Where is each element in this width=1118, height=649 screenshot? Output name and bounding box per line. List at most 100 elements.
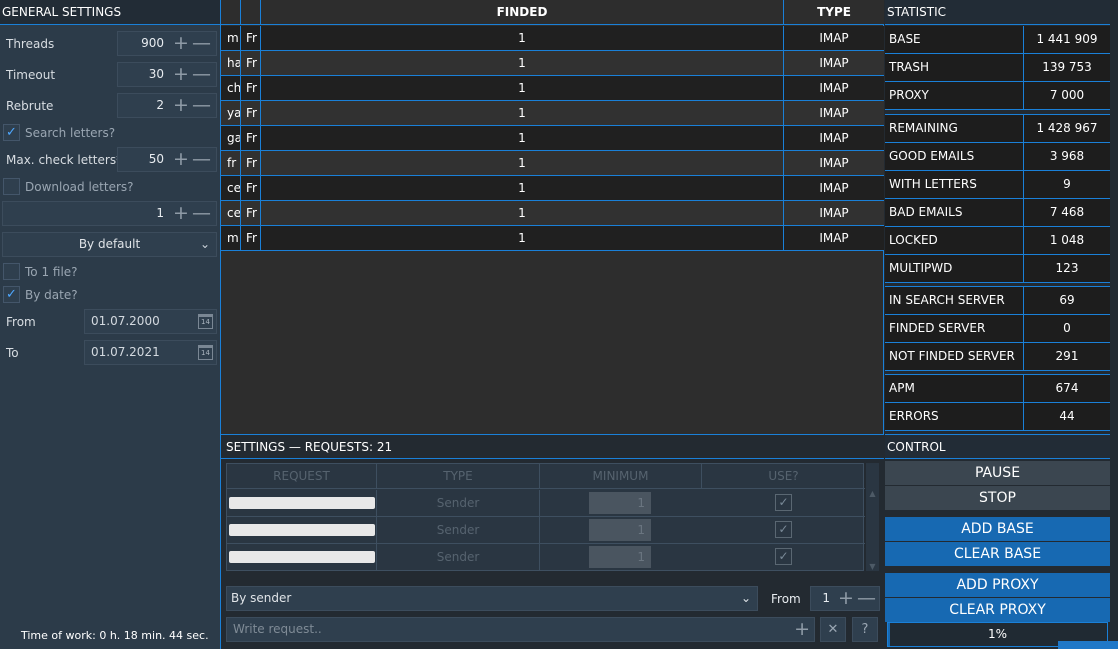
table-row[interactable]: ce Fr 1 IMAP bbox=[221, 176, 884, 201]
stat-value: 674 bbox=[1055, 381, 1079, 395]
threads-value[interactable]: 900 bbox=[141, 32, 164, 55]
header-type[interactable]: TYPE bbox=[377, 464, 540, 489]
chevron-down-icon[interactable]: ⌄ bbox=[200, 233, 210, 256]
row-col-1: ga bbox=[221, 126, 241, 150]
clear-request-button[interactable]: ✕ bbox=[820, 617, 846, 642]
minimum-field[interactable]: 1 bbox=[589, 519, 651, 541]
minus-icon[interactable]: — bbox=[192, 63, 211, 86]
download-letters-checkbox[interactable] bbox=[3, 178, 20, 195]
to-date-picker[interactable]: 01.07.2021 14 bbox=[84, 340, 217, 365]
download-count-value[interactable]: 1 bbox=[156, 202, 164, 225]
minus-icon[interactable]: — bbox=[192, 32, 211, 55]
to-one-file-checkbox[interactable] bbox=[3, 263, 20, 280]
minus-icon[interactable]: — bbox=[192, 94, 211, 117]
chevron-down-icon[interactable]: ⌄ bbox=[741, 587, 751, 610]
stat-value: 291 bbox=[1055, 349, 1079, 363]
requests-scrollbar[interactable]: ▲ ▼ bbox=[866, 463, 879, 571]
help-button[interactable]: ? bbox=[852, 617, 878, 642]
from-date-value[interactable]: 01.07.2000 bbox=[91, 314, 160, 328]
write-request-placeholder: Write request.. bbox=[233, 622, 322, 636]
to-date-value[interactable]: 01.07.2021 bbox=[91, 345, 160, 359]
header-use[interactable]: USE? bbox=[702, 464, 865, 489]
rebrute-value[interactable]: 2 bbox=[156, 94, 164, 117]
table-row[interactable]: ha Fr 1 IMAP bbox=[221, 51, 884, 76]
rebrute-stepper[interactable]: 2 + — bbox=[117, 93, 217, 118]
general-settings-title: GENERAL SETTINGS bbox=[0, 0, 220, 25]
minus-icon[interactable]: — bbox=[857, 587, 876, 610]
table-row[interactable]: Sender 1 ✓ bbox=[227, 544, 865, 571]
plus-icon[interactable]: + bbox=[837, 587, 855, 610]
order-select[interactable]: By default ⌄ bbox=[2, 232, 217, 257]
row-col-1: ya bbox=[221, 101, 241, 125]
table-row[interactable]: m Fr 1 IMAP bbox=[221, 26, 884, 51]
write-request-input[interactable]: Write request.. + bbox=[226, 617, 815, 642]
table-row[interactable]: ce Fr 1 IMAP bbox=[221, 201, 884, 226]
minimum-field[interactable]: 1 bbox=[589, 546, 651, 568]
table-row[interactable]: fr Fr 1 IMAP bbox=[221, 151, 884, 176]
plus-icon[interactable]: + bbox=[172, 63, 190, 86]
max-check-value[interactable]: 50 bbox=[149, 148, 164, 171]
use-checkbox[interactable]: ✓ bbox=[775, 548, 792, 565]
pause-button[interactable]: PAUSE bbox=[885, 461, 1110, 485]
window-scrollbar[interactable] bbox=[1058, 641, 1118, 649]
table-row[interactable]: ga Fr 1 IMAP bbox=[221, 126, 884, 151]
stat-value: 123 bbox=[1055, 261, 1079, 275]
stat-label: APM bbox=[885, 375, 1024, 402]
by-date-checkbox[interactable]: ✓ bbox=[3, 286, 20, 303]
stat-row: MULTIPWD 123 bbox=[885, 255, 1110, 283]
from-stepper[interactable]: 1 + — bbox=[810, 586, 880, 611]
add-request-icon[interactable]: + bbox=[794, 618, 810, 641]
use-checkbox[interactable]: ✓ bbox=[775, 494, 792, 511]
plus-icon[interactable]: + bbox=[172, 202, 190, 225]
clear-base-button[interactable]: CLEAR BASE bbox=[885, 542, 1110, 566]
filter-select[interactable]: By sender ⌄ bbox=[226, 586, 758, 611]
minus-icon[interactable]: — bbox=[192, 148, 211, 171]
max-check-stepper[interactable]: 50 + — bbox=[117, 147, 217, 172]
add-proxy-button[interactable]: ADD PROXY bbox=[885, 573, 1110, 597]
stat-label: REMAINING bbox=[885, 115, 1024, 142]
row-type: IMAP bbox=[819, 106, 849, 120]
minimum-field[interactable]: 1 bbox=[589, 492, 651, 514]
table-row[interactable]: ch Fr 1 IMAP bbox=[221, 76, 884, 101]
table-row[interactable]: Sender 1 ✓ bbox=[227, 517, 865, 544]
table-row[interactable]: m Fr 1 IMAP bbox=[221, 226, 884, 251]
header-type[interactable]: TYPE bbox=[784, 0, 884, 24]
from-date-picker[interactable]: 01.07.2000 14 bbox=[84, 309, 217, 334]
clear-proxy-button[interactable]: CLEAR PROXY bbox=[885, 598, 1110, 622]
header-minimum[interactable]: MINIMUM bbox=[540, 464, 702, 489]
from-label: From bbox=[771, 592, 801, 606]
timeout-value[interactable]: 30 bbox=[149, 63, 164, 86]
table-row[interactable]: ya Fr 1 IMAP bbox=[221, 101, 884, 126]
search-letters-checkbox[interactable]: ✓ bbox=[3, 124, 20, 141]
stat-label: FINDED SERVER bbox=[885, 315, 1024, 342]
scroll-down-icon[interactable]: ▼ bbox=[866, 562, 879, 571]
plus-icon[interactable]: + bbox=[172, 94, 190, 117]
header-col-2[interactable] bbox=[241, 0, 261, 24]
use-checkbox[interactable]: ✓ bbox=[775, 521, 792, 538]
calendar-icon[interactable]: 14 bbox=[198, 314, 213, 329]
stat-value: 7 000 bbox=[1049, 88, 1085, 102]
add-base-button[interactable]: ADD BASE bbox=[885, 517, 1110, 541]
download-count-stepper[interactable]: 1 + — bbox=[2, 201, 217, 226]
plus-icon[interactable]: + bbox=[172, 148, 190, 171]
header-request[interactable]: REQUEST bbox=[227, 464, 377, 489]
threads-stepper[interactable]: 900 + — bbox=[117, 31, 217, 56]
row-finded: 1 bbox=[261, 226, 784, 250]
scroll-up-icon[interactable]: ▲ bbox=[866, 489, 879, 498]
plus-icon[interactable]: + bbox=[172, 32, 190, 55]
header-col-1[interactable] bbox=[221, 0, 241, 24]
from-value[interactable]: 1 bbox=[822, 587, 830, 610]
stop-button[interactable]: STOP bbox=[885, 486, 1110, 510]
timeout-stepper[interactable]: 30 + — bbox=[117, 62, 217, 87]
row-type: IMAP bbox=[819, 206, 849, 220]
redacted-request bbox=[229, 524, 375, 536]
search-letters-label: Search letters? bbox=[25, 126, 116, 140]
row-type: IMAP bbox=[819, 31, 849, 45]
header-finded[interactable]: FINDED bbox=[261, 0, 784, 24]
type-cell: Sender bbox=[377, 544, 540, 570]
stat-row: REMAINING 1 428 967 bbox=[885, 115, 1110, 143]
stat-value: 44 bbox=[1059, 409, 1075, 423]
table-row[interactable]: Sender 1 ✓ bbox=[227, 490, 865, 517]
calendar-icon[interactable]: 14 bbox=[198, 345, 213, 360]
minus-icon[interactable]: — bbox=[192, 202, 211, 225]
